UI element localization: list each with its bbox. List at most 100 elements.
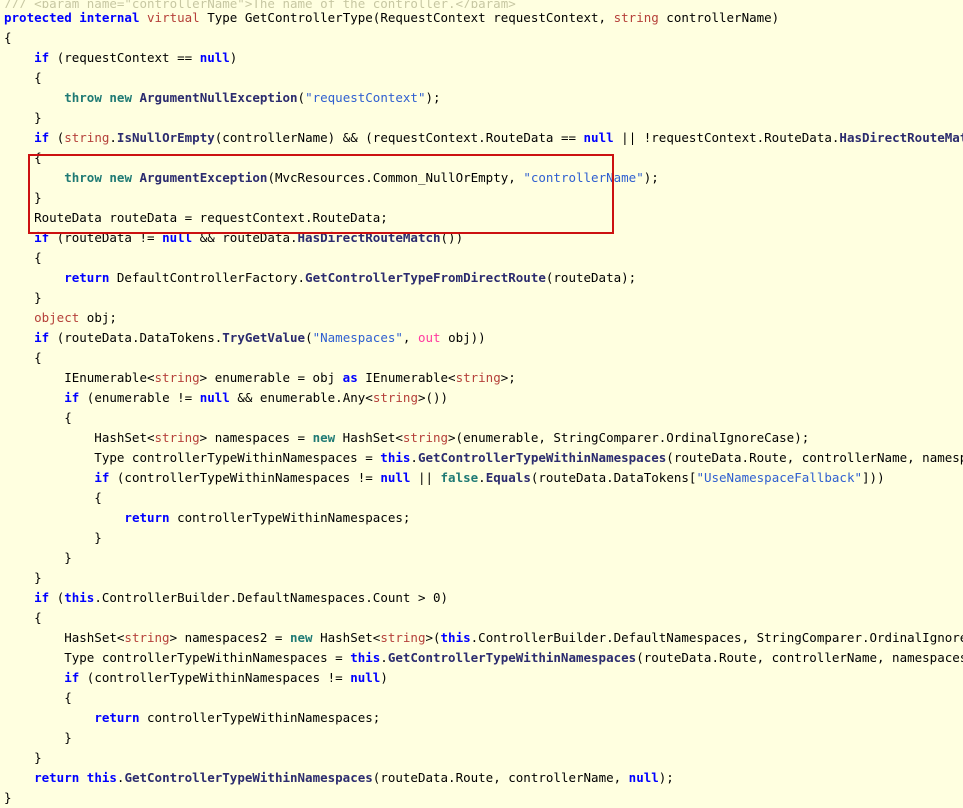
- code-token: string: [613, 10, 659, 25]
- code-token: HashSet<: [335, 430, 403, 445]
- code-token: {: [4, 30, 12, 45]
- code-token: null: [199, 50, 230, 65]
- code-line: }: [0, 568, 963, 588]
- code-token: ])): [862, 470, 885, 485]
- code-token: {: [4, 490, 102, 505]
- code-token: string: [154, 370, 200, 385]
- code-line: }: [0, 788, 963, 808]
- code-token: protected: [4, 10, 72, 25]
- code-line: {: [0, 488, 963, 508]
- code-token: DefaultControllerFactory.: [109, 270, 306, 285]
- code-token: null: [199, 390, 230, 405]
- code-line: Type controllerTypeWithinNamespaces = th…: [0, 448, 963, 468]
- code-token: null: [350, 670, 381, 685]
- code-line: return DefaultControllerFactory.GetContr…: [0, 268, 963, 288]
- code-token: }: [4, 730, 72, 745]
- code-token: Type controllerTypeWithinNamespaces =: [4, 650, 351, 665]
- code-line: Type controllerTypeWithinNamespaces = th…: [0, 648, 963, 668]
- code-token: );: [658, 770, 674, 785]
- code-token: null: [628, 770, 659, 785]
- code-editor-surface[interactable]: /// <param name="controllerName">The nam…: [0, 0, 963, 805]
- code-token: internal: [79, 10, 140, 25]
- code-line: }: [0, 528, 963, 548]
- code-line: if (requestContext == null): [0, 48, 963, 68]
- code-line: throw new ArgumentException(MvcResources…: [0, 168, 963, 188]
- code-token: {: [4, 250, 42, 265]
- code-line: if (routeData.DataTokens.TryGetValue("Na…: [0, 328, 963, 348]
- code-token: .ControllerBuilder.DefaultNamespaces, St…: [470, 630, 963, 645]
- code-token: (enumerable !=: [79, 390, 200, 405]
- code-token: RouteData routeData = requestContext.Rou…: [4, 210, 388, 225]
- code-token: obj;: [79, 310, 117, 325]
- code-token: new: [109, 170, 132, 185]
- code-token: {: [4, 350, 42, 365]
- code-token: );: [643, 170, 659, 185]
- code-token: string: [402, 430, 449, 445]
- code-token: >(: [425, 630, 441, 645]
- code-token: TryGetValue: [222, 330, 306, 345]
- code-token: > namespaces =: [199, 430, 313, 445]
- code-token: if: [34, 50, 50, 65]
- code-token: if: [34, 130, 50, 145]
- code-token: "Namespaces": [312, 330, 403, 345]
- code-token: ): [380, 670, 388, 685]
- code-token: .: [410, 450, 418, 465]
- code-token: if: [34, 330, 50, 345]
- code-token: null: [162, 230, 193, 245]
- code-token: {: [4, 410, 72, 425]
- code-line: if (controllerTypeWithinNamespaces != nu…: [0, 468, 963, 488]
- code-token: string: [124, 630, 170, 645]
- code-line: {: [0, 148, 963, 168]
- code-token: new: [290, 630, 313, 645]
- code-token: "UseNamespaceFallback": [696, 470, 863, 485]
- code-line: /// <param name="controllerName">The nam…: [0, 0, 963, 8]
- code-line: {: [0, 248, 963, 268]
- code-token: ||: [410, 470, 441, 485]
- code-token: && enumerable.Any<: [229, 390, 373, 405]
- code-token: controllerTypeWithinNamespaces;: [169, 510, 411, 525]
- code-token: "requestContext": [305, 90, 426, 105]
- code-token: controllerTypeWithinNamespaces;: [139, 710, 381, 725]
- code-token: }: [4, 190, 42, 205]
- code-token: ArgumentNullException: [139, 90, 298, 105]
- code-token: virtual: [147, 10, 200, 25]
- code-line: return controllerTypeWithinNamespaces;: [0, 708, 963, 728]
- code-token: || !requestContext.RouteData.: [613, 130, 840, 145]
- code-token: GetControllerTypeWithinNamespaces: [124, 770, 373, 785]
- code-token: null: [380, 470, 411, 485]
- code-token: (requestContext ==: [49, 50, 200, 65]
- code-token: }: [4, 110, 42, 125]
- code-token: return: [124, 510, 170, 525]
- code-token: Type GetControllerType(RequestContext re…: [199, 10, 614, 25]
- code-token: null: [583, 130, 614, 145]
- code-token: Equals: [485, 470, 531, 485]
- code-token: obj)): [440, 330, 486, 345]
- code-token: && routeData.: [192, 230, 298, 245]
- code-token: as: [342, 370, 358, 385]
- code-line: }: [0, 548, 963, 568]
- code-token: (routeData.DataTokens[: [530, 470, 697, 485]
- code-token: }: [4, 750, 42, 765]
- code-line: if (this.ControllerBuilder.DefaultNamesp…: [0, 588, 963, 608]
- code-token: );: [425, 90, 441, 105]
- code-token: new: [109, 90, 132, 105]
- code-token: string: [372, 390, 418, 405]
- code-token: (: [305, 330, 313, 345]
- code-line: object obj;: [0, 308, 963, 328]
- code-token: > namespaces2 =: [169, 630, 290, 645]
- code-line: HashSet<string> namespaces = new HashSet…: [0, 428, 963, 448]
- code-token: string: [154, 430, 200, 445]
- code-token: (controllerTypeWithinNamespaces !=: [79, 670, 351, 685]
